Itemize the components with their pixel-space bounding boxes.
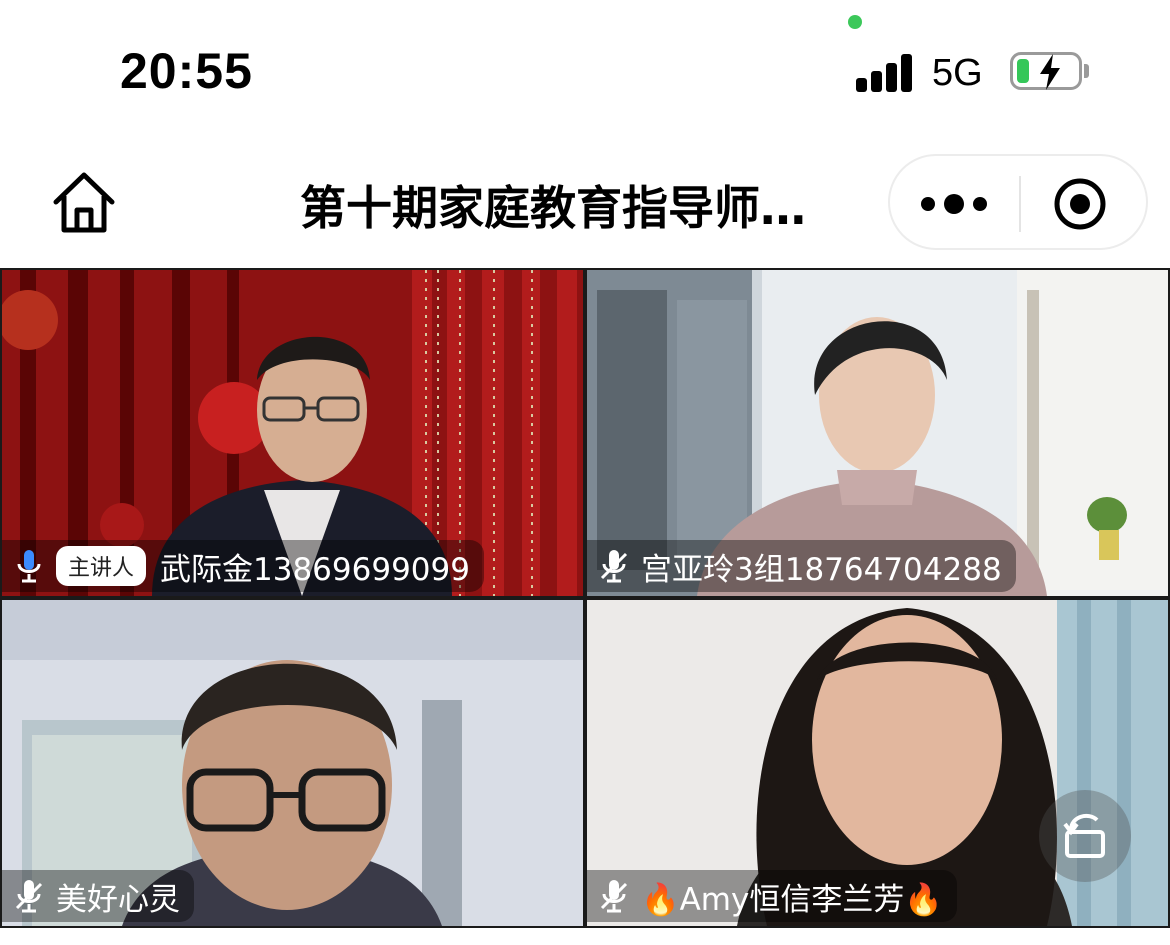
status-time: 20:55 [120,43,253,99]
participant-name-tag: 宫亚玲3组18764704288 [587,540,1016,592]
participant-name: 武际金13869699099 [160,551,470,588]
video-tile-participant[interactable]: 🔥Amy恒信李兰芳🔥 [587,600,1168,926]
network-type: 5G [932,52,983,94]
rotate-screen-icon [1063,813,1105,858]
status-bar: 20:55 5G [0,0,1170,140]
mic-muted-icon [600,880,628,913]
video-tile-participant[interactable]: 宫亚玲3组18764704288 [587,270,1168,596]
rotate-screen-button[interactable] [1039,790,1131,882]
charging-bolt-icon [1040,54,1060,90]
battery-nub [1084,64,1089,78]
home-button[interactable] [50,170,118,236]
participant-name-tag: 🔥Amy恒信李兰芳🔥 [587,870,957,922]
video-grid: 主讲人 武际金13869699099 宫亚玲3组18764704288 美好心灵… [0,268,1170,928]
participant-name: 🔥Amy恒信李兰芳🔥 [641,881,943,918]
mic-active-icon [17,550,41,583]
privacy-indicator-dot [848,15,862,29]
signal-strength-icon [856,52,916,92]
nav-bar: 第十期家庭教育指导师… [0,140,1170,265]
capsule-divider [1019,176,1021,232]
more-dots-icon [921,194,987,214]
participant-name-tag: 美好心灵 [2,870,194,922]
participant-name-tag: 主讲人 武际金13869699099 [2,540,484,592]
participant-name: 宫亚玲3组18764704288 [641,551,1002,588]
battery-level-fill [1017,59,1029,83]
presenter-badge: 主讲人 [56,546,147,586]
close-button[interactable] [1052,176,1108,232]
target-close-icon [1054,178,1106,230]
mic-muted-icon [15,880,43,913]
mini-program-capsule [888,154,1148,250]
battery-icon [1010,52,1082,90]
home-icon [53,172,115,233]
mic-muted-icon [600,550,628,583]
video-tile-participant[interactable]: 美好心灵 [2,600,583,926]
video-tile-presenter[interactable]: 主讲人 武际金13869699099 [2,270,583,596]
more-button[interactable] [918,186,990,222]
page-title: 第十期家庭教育指导师… [300,181,806,235]
participant-name: 美好心灵 [56,881,180,918]
